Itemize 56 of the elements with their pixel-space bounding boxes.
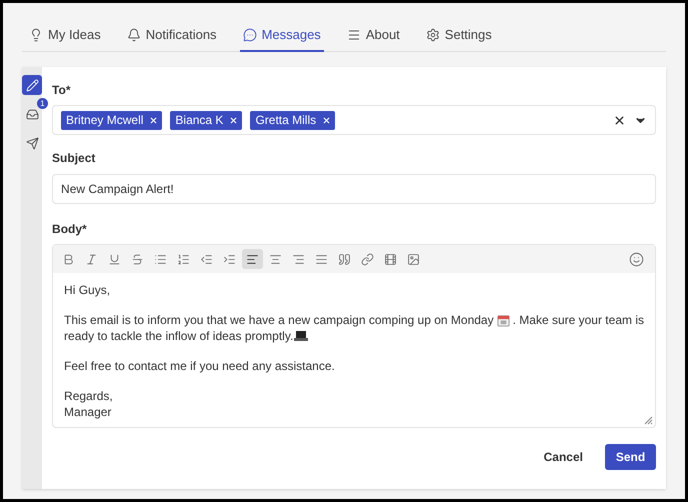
side-nav-button[interactable] bbox=[22, 75, 42, 95]
recipient-name: Britney Mcwell bbox=[66, 112, 144, 129]
lightbulb-icon bbox=[29, 28, 43, 42]
body-text: Manager bbox=[64, 404, 112, 420]
justify-icon bbox=[315, 252, 328, 266]
settings-icon bbox=[426, 28, 440, 42]
align-center-icon bbox=[269, 252, 282, 266]
recipients-field[interactable]: Britney Mcwell Bianca K Gretta Mills bbox=[52, 105, 656, 135]
align-left-button[interactable] bbox=[242, 249, 264, 269]
paper-plane-icon bbox=[26, 136, 39, 150]
body-text: Feel free to contact me if you need any assistance. bbox=[64, 358, 335, 374]
numbered-list-icon bbox=[177, 252, 190, 266]
send-button[interactable]: Send bbox=[605, 444, 656, 470]
inbox-icon bbox=[26, 108, 39, 120]
recipient-name: Bianca K bbox=[175, 112, 224, 129]
quote-icon bbox=[338, 252, 352, 266]
body-text: This email is to inform you that we have a new campaign comping up on Monday bbox=[64, 312, 494, 328]
cancel-button[interactable]: Cancel bbox=[534, 444, 593, 470]
subject-field[interactable]: New Campaign Alert! bbox=[52, 174, 656, 204]
strikethrough-icon bbox=[131, 252, 144, 266]
video-icon bbox=[384, 252, 398, 266]
tab[interactable]: Notifications bbox=[124, 19, 220, 52]
remove-icon[interactable] bbox=[149, 116, 158, 124]
pencil-icon bbox=[26, 78, 39, 92]
chat-bubble-icon bbox=[242, 28, 257, 42]
tab[interactable]: My Ideas bbox=[26, 19, 104, 52]
image-icon bbox=[407, 252, 420, 266]
tab[interactable]: Settings bbox=[422, 19, 495, 52]
field-label: Subject bbox=[52, 150, 96, 167]
tab[interactable]: Messages bbox=[240, 19, 324, 52]
menu-icon bbox=[346, 28, 361, 42]
field-label: Body* bbox=[52, 221, 88, 238]
calendar-icon bbox=[496, 314, 510, 326]
resize-handle-icon[interactable] bbox=[644, 416, 653, 425]
emoji-icon[interactable] bbox=[629, 252, 644, 266]
align-right-icon bbox=[292, 252, 306, 266]
recipient-name: Gretta Mills bbox=[255, 112, 316, 129]
laptop-icon bbox=[294, 330, 308, 342]
outdent-icon bbox=[200, 252, 214, 266]
remove-icon[interactable] bbox=[322, 116, 332, 124]
link-icon bbox=[361, 252, 374, 266]
body-text: . Make sure your team is bbox=[512, 312, 644, 328]
indent-icon bbox=[223, 252, 236, 266]
align-left-icon bbox=[246, 252, 260, 266]
body-text: ready to tackle the inflow of ideas promptly. bbox=[64, 328, 294, 344]
remove-icon[interactable] bbox=[229, 116, 238, 124]
bell-icon bbox=[126, 28, 141, 42]
tab[interactable]: About bbox=[344, 19, 403, 52]
underline-icon bbox=[108, 252, 122, 266]
body-text: Hi Guys, bbox=[64, 282, 110, 298]
body-text: Regards, bbox=[64, 388, 113, 404]
clear-icon[interactable] bbox=[613, 114, 626, 126]
italic-icon bbox=[85, 252, 98, 266]
bold-icon bbox=[62, 252, 76, 266]
field-label: To* bbox=[52, 82, 72, 99]
count-badge: 1 bbox=[37, 98, 48, 109]
